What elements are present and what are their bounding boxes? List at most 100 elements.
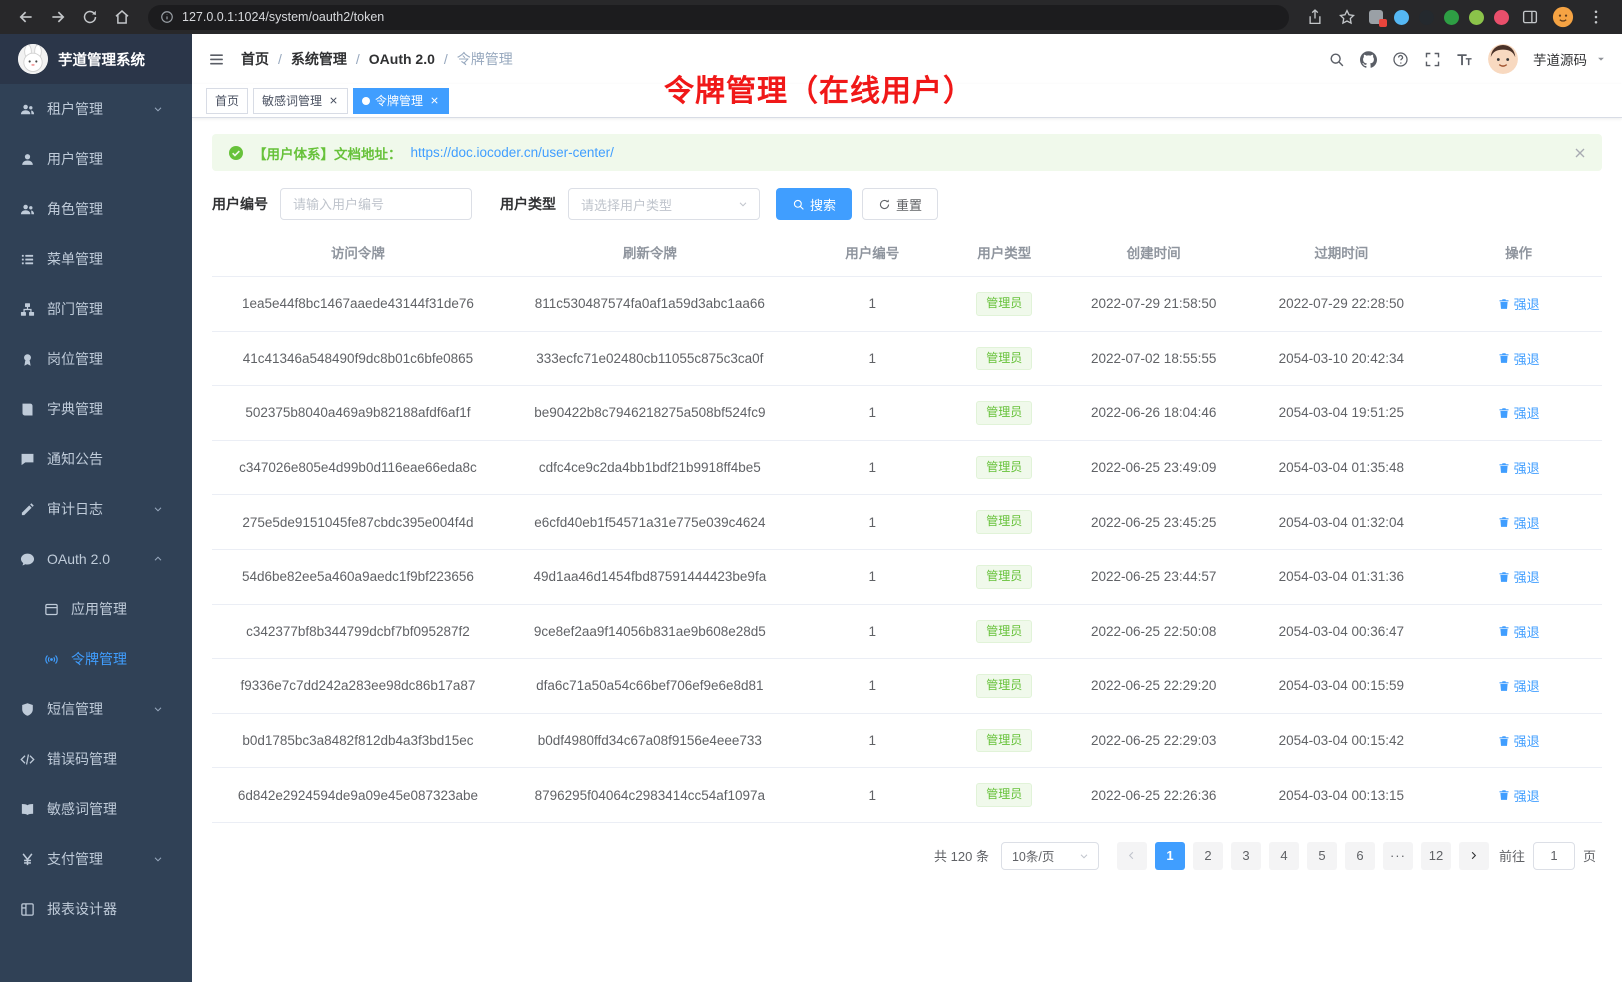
address-bar[interactable]: 127.0.0.1:1024/system/oauth2/token — [148, 5, 1289, 30]
browser-forward-icon[interactable] — [49, 8, 67, 26]
sidebar-toggle-icon[interactable] — [208, 51, 225, 68]
table-body: 1ea5e44f8bc1467aaede43144f31de76811c5304… — [212, 277, 1602, 823]
page-button[interactable]: 12 — [1421, 842, 1451, 870]
header-actions: 芋道源码 — [1328, 44, 1606, 74]
force-logout-button[interactable]: 强退 — [1498, 458, 1540, 477]
force-logout-button[interactable]: 强退 — [1498, 513, 1540, 532]
share-icon[interactable] — [1306, 8, 1324, 26]
goto-page-input[interactable] — [1533, 842, 1575, 870]
force-logout-button[interactable]: 强退 — [1498, 403, 1540, 422]
cell-access-token: 54d6be82ee5a460a9aedc1f9bf223656 — [212, 549, 504, 604]
force-logout-button[interactable]: 强退 — [1498, 622, 1540, 641]
prev-page-button[interactable] — [1117, 842, 1147, 870]
breadcrumb-item[interactable]: 首页 — [241, 49, 269, 69]
page-size-select[interactable]: 10条/页 — [1001, 842, 1099, 870]
chevron-down-icon — [737, 198, 749, 210]
alert-close-icon[interactable] — [1572, 145, 1588, 161]
user-avatar[interactable] — [1488, 44, 1518, 74]
page-button[interactable]: 2 — [1193, 842, 1223, 870]
force-logout-button[interactable]: 强退 — [1498, 731, 1540, 750]
page-button[interactable]: 6 — [1345, 842, 1375, 870]
cell-user-type: 管理员 — [949, 495, 1060, 550]
sidebar-item-menu[interactable]: 菜单管理 — [0, 234, 192, 284]
page-button[interactable]: 1 — [1155, 842, 1185, 870]
sidebar-item-dept[interactable]: 部门管理 — [0, 284, 192, 334]
side-panel-icon[interactable] — [1521, 8, 1539, 26]
browser-back-icon[interactable] — [17, 8, 35, 26]
sidebar-item-oauth2-token[interactable]: 令牌管理 — [0, 634, 192, 684]
username[interactable]: 芋道源码 — [1533, 49, 1587, 69]
sidebar-item-sms[interactable]: 短信管理 — [0, 684, 192, 734]
bookmark-star-icon[interactable] — [1338, 8, 1356, 26]
sidebar-item-notice[interactable]: 通知公告 — [0, 434, 192, 484]
book2-icon — [20, 802, 35, 817]
sidebar-item-post[interactable]: 岗位管理 — [0, 334, 192, 384]
breadcrumb-item[interactable]: 令牌管理 — [457, 49, 513, 69]
sidebar-item-sensitive-word[interactable]: 敏感词管理 — [0, 784, 192, 834]
more-pages-button[interactable]: ··· — [1383, 842, 1413, 870]
force-logout-button[interactable]: 强退 — [1498, 349, 1540, 368]
cell-user-id: 1 — [796, 659, 949, 714]
table-row: f9336e7c7dd242a283ee98dc86b17a87dfa6c71a… — [212, 659, 1602, 714]
next-page-button[interactable] — [1459, 842, 1489, 870]
cell-access-token: f9336e7c7dd242a283ee98dc86b17a87 — [212, 659, 504, 714]
force-logout-button[interactable]: 强退 — [1498, 786, 1540, 805]
cell-expire-time: 2054-03-04 01:31:36 — [1248, 549, 1436, 604]
app-title: 芋道管理系统 — [58, 49, 145, 70]
sidebar-item-audit-log[interactable]: 审计日志 — [0, 484, 192, 534]
extension-icon-1[interactable] — [1368, 9, 1384, 25]
tab-sensitive-word[interactable]: 敏感词管理 — [253, 88, 348, 114]
browser-menu-icon[interactable] — [1587, 8, 1605, 26]
close-icon[interactable] — [328, 95, 339, 106]
doc-link[interactable]: https://doc.iocoder.cn/user-center/ — [411, 145, 614, 160]
fullscreen-icon[interactable] — [1424, 51, 1441, 68]
cell-refresh-token: 9ce8ef2aa9f14056b831ae9b608e28d5 — [504, 604, 796, 659]
page-button[interactable]: 3 — [1231, 842, 1261, 870]
force-logout-button[interactable]: 强退 — [1498, 567, 1540, 586]
sidebar-item-dict[interactable]: 字典管理 — [0, 384, 192, 434]
extension-icon-4[interactable] — [1444, 10, 1459, 25]
goto-label: 前往 — [1499, 846, 1525, 865]
extension-icon-5[interactable] — [1469, 10, 1484, 25]
force-logout-button[interactable]: 强退 — [1498, 676, 1540, 695]
sidebar-item-role[interactable]: 角色管理 — [0, 184, 192, 234]
tab-home[interactable]: 首页 — [206, 88, 248, 114]
user-type-select[interactable]: 请选择用户类型 — [568, 188, 760, 220]
pagers: 123456···12 — [1151, 842, 1455, 870]
page-button[interactable]: 5 — [1307, 842, 1337, 870]
site-info-icon[interactable] — [160, 10, 174, 24]
extension-icon-2[interactable] — [1394, 10, 1409, 25]
close-icon[interactable] — [429, 95, 440, 106]
sidebar-item-error-code[interactable]: 错误码管理 — [0, 734, 192, 784]
extension-icon-6[interactable] — [1494, 10, 1509, 25]
table-row: 54d6be82ee5a460a9aedc1f9bf22365649d1aa46… — [212, 549, 1602, 604]
sidebar-item-oauth2-application[interactable]: 应用管理 — [0, 584, 192, 634]
reset-button[interactable]: 重置 — [862, 188, 938, 220]
search-icon[interactable] — [1328, 51, 1345, 68]
extension-icon-3[interactable] — [1419, 10, 1434, 25]
breadcrumb-item[interactable]: 系统管理 — [291, 49, 347, 69]
doc-alert: 【用户体系】文档地址： https://doc.iocoder.cn/user-… — [212, 134, 1602, 171]
sidebar-item-user[interactable]: 用户管理 — [0, 134, 192, 184]
browser-home-icon[interactable] — [113, 8, 131, 26]
cell-user-id: 1 — [796, 549, 949, 604]
user-menu-caret-icon[interactable] — [1596, 54, 1606, 64]
sidebar-item-report-designer[interactable]: 报表设计器 — [0, 884, 192, 934]
font-size-icon[interactable] — [1456, 51, 1473, 68]
sidebar-item-pay[interactable]: 支付管理 — [0, 834, 192, 884]
app-header: 首页/系统管理/OAuth 2.0/令牌管理 芋道源码 — [192, 34, 1622, 84]
help-icon[interactable] — [1392, 51, 1409, 68]
force-logout-button[interactable]: 强退 — [1498, 294, 1540, 313]
sidebar-item-tenant[interactable]: 租户管理 — [0, 84, 192, 134]
github-icon[interactable] — [1360, 51, 1377, 68]
browser-profile-avatar[interactable] — [1552, 6, 1574, 28]
browser-reload-icon[interactable] — [81, 8, 99, 26]
column-header: 用户类型 — [949, 228, 1060, 277]
sidebar-item-oauth2[interactable]: OAuth 2.0 — [0, 534, 192, 584]
breadcrumb-item[interactable]: OAuth 2.0 — [369, 51, 435, 67]
user-id-input[interactable] — [280, 188, 472, 220]
app-logo[interactable]: 芋道管理系统 — [0, 34, 192, 84]
page-button[interactable]: 4 — [1269, 842, 1299, 870]
search-button[interactable]: 搜索 — [776, 188, 852, 220]
tab-token[interactable]: 令牌管理 — [353, 88, 449, 114]
